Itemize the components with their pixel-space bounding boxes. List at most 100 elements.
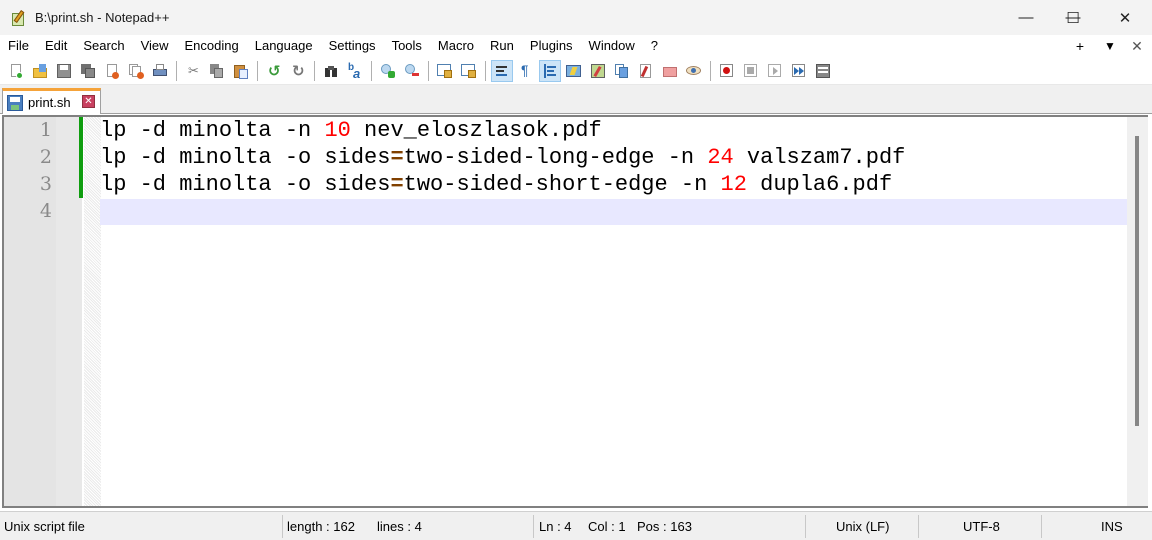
close-all-button[interactable]	[125, 60, 147, 82]
menu-file[interactable]: File	[0, 35, 37, 57]
redo-button[interactable]: ↻	[287, 60, 309, 82]
show-all-chars-button[interactable]: ¶	[515, 60, 537, 82]
tab-list-dropdown-button[interactable]: ▼	[1100, 35, 1120, 57]
replace-button[interactable]: ba	[344, 60, 366, 82]
folder-as-workspace-button[interactable]	[659, 60, 681, 82]
scrollbar-thumb[interactable]	[1135, 136, 1139, 426]
status-ln: Ln : 4	[539, 519, 572, 534]
title-bar: B:\print.sh - Notepad++ —	[0, 0, 1152, 35]
zoom-in-icon	[380, 63, 396, 79]
close-window-button[interactable]: ✕	[1102, 0, 1148, 35]
new-tab-plus-button[interactable]: +	[1070, 35, 1090, 57]
text-token: valszam7.pdf	[733, 145, 906, 170]
toolbar: ✂ ↺ ↻ b a ¶	[0, 57, 1152, 85]
save-icon	[56, 63, 72, 79]
find-button[interactable]	[320, 60, 342, 82]
menu-run[interactable]: Run	[482, 35, 522, 57]
new-file-button[interactable]	[5, 60, 27, 82]
window-title: B:\print.sh - Notepad++	[35, 10, 170, 25]
status-length: length : 162	[287, 519, 355, 534]
stop-recording-button[interactable]	[740, 60, 762, 82]
tab-print-sh[interactable]: print.sh ✕	[2, 88, 101, 114]
code-line[interactable]: lp -d minolta -n 10 nev_eloszlasok.pdf	[100, 117, 602, 144]
code-line[interactable]: lp -d minolta -o sides=two-sided-long-ed…	[100, 144, 905, 171]
record-macro-icon	[719, 63, 735, 79]
edge-margin	[84, 117, 101, 506]
menu-edit[interactable]: Edit	[37, 35, 75, 57]
vertical-scrollbar[interactable]	[1127, 117, 1148, 506]
udl-icon	[566, 63, 582, 79]
status-encoding: UTF-8	[963, 519, 1000, 534]
menu-view[interactable]: View	[133, 35, 177, 57]
editor[interactable]: 1 lp -d minolta -n 10 nev_eloszlasok.pdf 2…	[2, 115, 1148, 508]
current-line-highlight	[100, 199, 1130, 225]
run-macro-multiple-icon	[791, 63, 807, 79]
line-number: 2	[39, 146, 52, 168]
menu-language[interactable]: Language	[247, 35, 321, 57]
paste-button[interactable]	[230, 60, 252, 82]
zoom-in-button[interactable]	[377, 60, 399, 82]
text-token: nev_eloszlasok.pdf	[350, 118, 602, 143]
text-token: lp -d minolta -o sides	[100, 145, 391, 170]
menu-tools[interactable]: Tools	[384, 35, 430, 57]
toolbar-separator	[710, 60, 711, 81]
maximize-button[interactable]: ☐	[1050, 0, 1096, 35]
menu-plugins[interactable]: Plugins	[522, 35, 581, 57]
cut-button[interactable]: ✂	[182, 60, 204, 82]
print-button[interactable]	[149, 60, 171, 82]
text-token: two-sided-short-edge -n	[403, 172, 721, 197]
play-macro-icon	[767, 63, 783, 79]
notepad-app-icon	[11, 9, 27, 26]
close-button[interactable]	[101, 60, 123, 82]
text-token: two-sided-long-edge -n	[403, 145, 708, 170]
save-icon	[7, 94, 23, 111]
monitoring-button[interactable]	[683, 60, 705, 82]
number-token: 24	[707, 145, 734, 170]
save-macro-icon	[815, 63, 831, 79]
tab-bar: print.sh ✕	[0, 85, 1152, 114]
find-icon	[323, 63, 339, 79]
doc-map-button[interactable]	[587, 60, 609, 82]
record-macro-button[interactable]	[716, 60, 738, 82]
undo-button[interactable]: ↺	[263, 60, 285, 82]
udl-button[interactable]	[563, 60, 585, 82]
menu-window[interactable]: Window	[581, 35, 643, 57]
save-macro-button[interactable]	[812, 60, 834, 82]
status-bar: Unix script file length : 162 lines : 4 …	[0, 511, 1152, 540]
open-file-button[interactable]	[29, 60, 51, 82]
word-wrap-button[interactable]	[491, 59, 513, 82]
status-filetype: Unix script file	[4, 519, 85, 534]
function-list-button[interactable]	[635, 60, 657, 82]
menu-help[interactable]: ?	[643, 35, 666, 57]
folder-as-workspace-icon	[662, 63, 678, 79]
minimize-button[interactable]: —	[1003, 0, 1049, 35]
toolbar-separator	[257, 60, 258, 81]
run-macro-multiple-button[interactable]	[788, 60, 810, 82]
code-line[interactable]: lp -d minolta -o sides=two-sided-short-e…	[100, 171, 892, 198]
tab-label: print.sh	[28, 95, 71, 110]
doc-list-button[interactable]	[611, 60, 633, 82]
show-all-chars-icon: ¶	[521, 61, 529, 78]
sync-vertical-button[interactable]	[434, 60, 456, 82]
close-document-button[interactable]: ✕	[1127, 35, 1147, 57]
copy-button[interactable]	[206, 60, 228, 82]
tab-close-icon[interactable]: ✕	[82, 95, 95, 108]
menu-macro[interactable]: Macro	[430, 35, 482, 57]
indent-guide-button[interactable]	[539, 59, 561, 82]
open-file-icon	[32, 63, 48, 79]
zoom-out-button[interactable]	[401, 60, 423, 82]
redo-icon: ↻	[292, 62, 305, 80]
menu-settings[interactable]: Settings	[321, 35, 384, 57]
cut-icon: ✂	[188, 62, 199, 78]
new-file-icon	[8, 63, 24, 79]
sync-horizontal-button[interactable]	[458, 60, 480, 82]
play-macro-button[interactable]	[764, 60, 786, 82]
save-button[interactable]	[53, 60, 75, 82]
menu-search[interactable]: Search	[75, 35, 132, 57]
menu-encoding[interactable]: Encoding	[177, 35, 247, 57]
close-all-icon	[128, 63, 144, 79]
monitoring-icon	[686, 63, 702, 79]
line-number: 3	[39, 173, 52, 195]
word-wrap-icon	[494, 63, 510, 79]
save-all-button[interactable]	[77, 60, 99, 82]
